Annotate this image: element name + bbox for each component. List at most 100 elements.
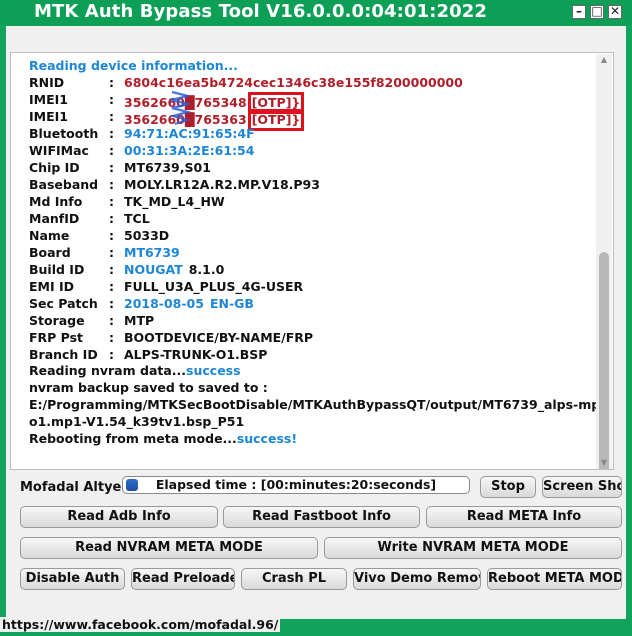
log-row-key: Baseband xyxy=(29,177,99,192)
backup-path-line2: o1.mp1-V1.54_k39tv1.bsp_P51 xyxy=(29,414,245,429)
log-row-separator: : xyxy=(109,211,114,226)
log-row-value-group: MT6739,S01 xyxy=(124,160,211,175)
log-scrollbar[interactable]: ▲ ▼ xyxy=(596,54,612,469)
log-row-key: ManfID xyxy=(29,211,80,226)
log-row-key: Sec Patch xyxy=(29,296,98,311)
log-row-separator: : xyxy=(109,279,114,294)
log-output[interactable]: Reading device information... RNID:6804c… xyxy=(10,52,614,470)
log-row-key: Storage xyxy=(29,313,85,328)
log-row-separator: : xyxy=(109,92,114,107)
log-row-value: MTP xyxy=(124,313,155,328)
scroll-up-icon[interactable]: ▲ xyxy=(599,55,609,64)
log-row-key: IMEI1 xyxy=(29,92,68,107)
read-adb-info-button[interactable]: Read Adb Info xyxy=(20,506,218,528)
log-row-value: MT6739,S01 xyxy=(124,160,211,175)
log-row-key: WIFIMac xyxy=(29,143,89,158)
log-row-value: FULL_U3A_PLUS_4G-USER xyxy=(124,279,304,294)
log-row-key: Board xyxy=(29,245,71,260)
nvram-read-status: success xyxy=(186,363,241,378)
log-row-value: NOUGAT xyxy=(124,262,183,277)
read-meta-info-button[interactable]: Read META Info xyxy=(426,506,622,528)
log-row-separator: : xyxy=(109,262,114,277)
log-row-separator: : xyxy=(109,347,114,362)
log-row-separator: : xyxy=(109,160,114,175)
log-row-key: Bluetooth xyxy=(29,126,99,141)
scrollbar-thumb[interactable] xyxy=(599,252,609,469)
log-row-value-group: 2018-08-05 EN-GB xyxy=(124,296,254,311)
log-row-separator: : xyxy=(109,143,114,158)
app-window: MTK Auth Bypass Tool V16.0.0.0:04:01:202… xyxy=(0,0,632,636)
log-row-key: Branch ID xyxy=(29,347,98,362)
otp-tag: [OTP]} xyxy=(247,109,305,131)
log-row-value-group: MOLY.LR12A.R2.MP.V18.P93 xyxy=(124,177,320,192)
log-row-separator: : xyxy=(109,296,114,311)
reboot-meta-mode-button[interactable]: Reboot META MODE xyxy=(487,568,622,590)
screenshot-button[interactable]: Screen Shot xyxy=(542,476,622,498)
log-row-key: FRP Pst xyxy=(29,330,84,345)
log-row-value-group: ALPS-TRUNK-O1.BSP xyxy=(124,347,267,362)
log-row-separator: : xyxy=(109,228,114,243)
log-row-value2: 8.1.0 xyxy=(188,262,225,277)
scroll-down-icon[interactable]: ▼ xyxy=(599,458,609,467)
log-row-value-group: BOOTDEVICE/BY-NAME/FRP xyxy=(124,330,313,345)
log-row-separator: : xyxy=(109,194,114,209)
log-row-value-group: 6804c16ea5b4724cec1346c38e155f8200000000 xyxy=(124,75,463,90)
log-row-value: MT6739 xyxy=(124,245,180,260)
window-title: MTK Auth Bypass Tool V16.0.0.0:04:01:202… xyxy=(34,1,488,22)
log-row-separator: : xyxy=(109,330,114,345)
log-row-value-group: NOUGAT 8.1.0 xyxy=(124,262,224,277)
reboot-status: success! xyxy=(236,431,298,446)
elapsed-time-text: Elapsed time : [00:minutes:20:seconds] xyxy=(155,477,437,492)
write-nvram-meta-button[interactable]: Write NVRAM META MODE xyxy=(324,537,622,559)
elapsed-progress-bar: Elapsed time : [00:minutes:20:seconds] xyxy=(122,476,470,494)
log-row-value: 6804c16ea5b4724cec1346c38e155f8200000000 xyxy=(124,75,463,90)
log-row-value-group: FULL_U3A_PLUS_4G-USER xyxy=(124,279,303,294)
log-row-key: Chip ID xyxy=(29,160,80,175)
log-row-value2: EN-GB xyxy=(209,296,254,311)
log-row-value: 2018-08-05 xyxy=(124,296,204,311)
backup-path-line1: E:/Programming/MTKSecBootDisable/MTKAuth… xyxy=(29,397,606,412)
nvram-read-line: Reading nvram data...success xyxy=(29,363,241,378)
log-row-separator: : xyxy=(109,109,114,124)
log-row-value: BOOTDEVICE/BY-NAME/FRP xyxy=(124,330,314,345)
backup-line: nvram backup saved to saved to : xyxy=(29,380,268,395)
log-row-value: TK_MD_L4_HW xyxy=(124,194,225,209)
read-fastboot-info-button[interactable]: Read Fastboot Info xyxy=(223,506,420,528)
log-row-key: Name xyxy=(29,228,70,243)
log-row-key: RNID xyxy=(29,75,65,90)
log-row-value-group: 00:31:3A:2E:61:54 xyxy=(124,143,254,158)
log-row-key: EMI ID xyxy=(29,279,75,294)
facebook-link[interactable]: https://www.facebook.com/mofadal.96/ xyxy=(0,617,281,632)
log-header: Reading device information... xyxy=(29,58,238,73)
log-row-value: MOLY.LR12A.R2.MP.V18.P93 xyxy=(124,177,320,192)
log-row-value: ALPS-TRUNK-O1.BSP xyxy=(124,347,268,362)
log-row-key: Md Info xyxy=(29,194,83,209)
title-bar[interactable]: MTK Auth Bypass Tool V16.0.0.0:04:01:202… xyxy=(0,0,632,26)
log-row-separator: : xyxy=(109,313,114,328)
disable-auth-button[interactable]: Disable Auth xyxy=(20,568,125,590)
read-nvram-meta-button[interactable]: Read NVRAM META MODE xyxy=(20,537,318,559)
log-row-value: 5033D xyxy=(124,228,170,243)
log-row-value-group: TCL xyxy=(124,211,150,226)
log-row-key: Build ID xyxy=(29,262,85,277)
log-row-value-group: 5033D xyxy=(124,228,169,243)
log-row-value-group: MT6739 xyxy=(124,245,180,260)
log-row-value-group: MTP xyxy=(124,313,154,328)
log-row-value: 94:71:AC:91:65:4F xyxy=(124,126,255,141)
stop-button[interactable]: Stop xyxy=(480,476,536,498)
close-button[interactable]: ✕ xyxy=(608,5,622,19)
log-row-value: 00:31:3A:2E:61:54 xyxy=(124,143,255,158)
log-row-separator: : xyxy=(109,245,114,260)
vivo-demo-remove-button[interactable]: Vivo Demo Remove xyxy=(353,568,481,590)
log-row-separator: : xyxy=(109,75,114,90)
author-label: Mofadal Altyeb xyxy=(20,480,131,495)
redaction-scribble xyxy=(168,90,193,128)
minimize-button[interactable]: – xyxy=(572,5,586,19)
log-row-value: TCL xyxy=(124,211,150,226)
crash-pl-button[interactable]: Crash PL xyxy=(241,568,347,590)
log-row-value-group: 94:71:AC:91:65:4F xyxy=(124,126,255,141)
reboot-line: Rebooting from meta mode...success! xyxy=(29,431,298,446)
maximize-button[interactable]: □ xyxy=(590,5,604,19)
read-preloader-button[interactable]: Read Preloader xyxy=(131,568,235,590)
log-row-value-group: TK_MD_L4_HW xyxy=(124,194,225,209)
